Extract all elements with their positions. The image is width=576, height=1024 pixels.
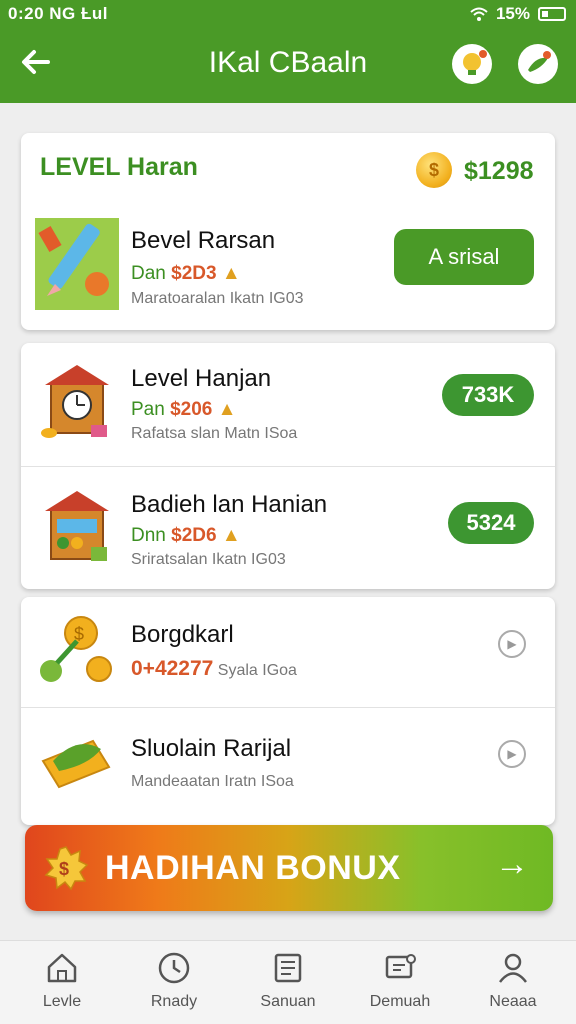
status-right: 15% [470,4,566,24]
clock-icon [158,952,190,984]
status-bar: 0:20 NG Ƚul 15% [0,0,576,28]
rewards-list-card: $ Borgdkarl 0+42277 Syala IGoa ▶ Sluolai… [21,597,555,825]
count-badge[interactable]: 733K [442,374,534,416]
carrier-label: NG [49,4,76,23]
level-card: LEVEL Haran $ $1298 Bevel Rarsan Dan $2D… [21,133,555,330]
row-divider [21,707,555,708]
battery-icon [538,7,566,21]
item-subtitle: 0+42277 Syala IGoa [131,657,297,681]
bonus-label: HADIHAN BONUX [105,849,401,887]
bird-icon [528,51,551,72]
bird-button[interactable] [518,44,558,84]
wifi-icon [470,7,488,21]
coin-icon: $ [416,152,452,188]
levels-list-card: Level Hanjan Pan $206 ▲ Rafatsa slan Mat… [21,343,555,589]
reward-amount: 0+42277 [131,657,214,680]
nav-label: Demuah [369,993,431,1010]
nav-item-profile[interactable]: Neaaa [463,951,563,1011]
row-divider [21,466,555,467]
nav-label: Rnady [150,993,198,1010]
price-prefix: Dnn [131,525,166,546]
bonus-coin-icon: $ [43,845,89,891]
page-title: IKal CBaaln [208,46,368,79]
chat-icon [385,954,416,979]
item-name: Borgdkarl [131,621,234,648]
nav-label: Neaaa [489,993,537,1010]
balance-value: $1298 [464,157,534,185]
price-prefix: Dan [131,263,166,284]
arrow-right-icon: → [495,845,529,883]
count-badge[interactable]: 5324 [448,502,534,544]
lightbulb-button[interactable] [452,44,492,84]
bonus-banner[interactable]: $ HADIHAN BONUX → [25,825,553,911]
item-name: Sluolain Rarijal [131,735,292,762]
item-name: Level Hanjan [131,365,272,392]
arrow-left-icon [22,50,50,74]
app-bar: 0:20 NG Ƚul 15% IKal CBaaln [0,0,576,103]
item-name: Bevel Rarsan [131,227,276,254]
profile-icon [499,953,527,983]
item-price: Dnn $2D6 ▲ [131,525,241,546]
nav-item-chat[interactable]: Demuah [350,951,450,1011]
nav-item-clock[interactable]: Rnady [124,951,224,1011]
item-price: Dan $2D3 ▲ [131,263,241,284]
price-value: $206 [170,399,213,420]
time-value: 0:20 [8,4,45,23]
shop-icon [39,487,125,577]
nav-label: Sanuan [260,993,316,1010]
item-name: Badieh lan Hanian [131,491,328,518]
price-value: $2D6 [171,525,217,546]
home-icon [47,953,77,983]
coin-stack-icon: $ [37,611,123,701]
section-title: LEVEL Haran [40,153,198,181]
bottom-nav: Levle Rnady Sanuan Demuah Neaaa [0,940,576,1024]
price-value: $2D3 [171,263,217,284]
chevron-right-icon[interactable]: ▶ [498,630,526,658]
pencil-icon [35,218,121,310]
document-icon [274,953,302,983]
action-button[interactable]: A srisal [394,229,534,285]
clock-tower-icon [39,361,125,451]
back-button[interactable] [18,44,58,84]
chevron-right-icon[interactable]: ▶ [498,740,526,768]
item-subtitle: Mandeaatan Iratn ISoa [131,773,294,790]
item-subtitle: Maratoaralan Ikatn IG03 [131,290,304,307]
status-time: 0:20 NG Ƚul [8,4,108,24]
item-subtitle: Rafatsa slan Matn ISoa [131,425,298,442]
nav-label: Levle [42,993,82,1010]
lightbulb-icon [463,50,487,75]
price-prefix: Pan [131,399,165,420]
cash-box-icon [37,721,123,811]
nav-item-home[interactable]: Levle [12,951,112,1011]
reward-subtitle: Syala IGoa [217,662,297,679]
item-subtitle: Sriratsalan Ikatn IG03 [131,551,286,568]
item-price: Pan $206 ▲ [131,399,237,420]
svg-text:$: $ [59,859,69,879]
signal-label: Ƚul [81,4,108,23]
battery-percent: 15% [495,4,530,23]
nav-item-document[interactable]: Sanuan [238,951,338,1011]
